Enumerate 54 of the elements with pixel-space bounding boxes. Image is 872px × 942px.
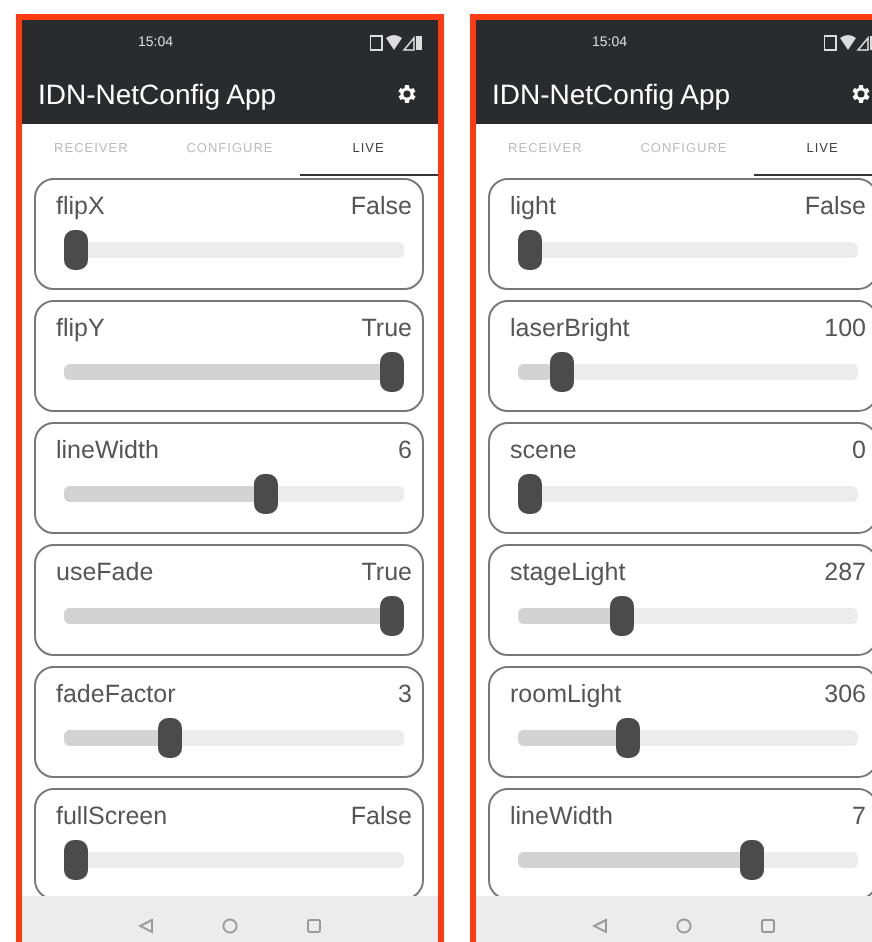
setting-label: lineWidth xyxy=(510,802,613,830)
slider-thumb[interactable] xyxy=(549,352,574,392)
slider-thumb[interactable] xyxy=(739,840,764,880)
slider-thumb[interactable] xyxy=(64,840,88,880)
slider[interactable] xyxy=(64,352,404,392)
setting-value: True xyxy=(361,558,412,586)
setting-label: useFade xyxy=(56,558,154,586)
setting-label: fadeFactor xyxy=(56,680,176,708)
slider-thumb[interactable] xyxy=(615,718,640,758)
app-title: IDN-NetConfig App xyxy=(492,78,731,110)
slider[interactable] xyxy=(64,718,404,758)
setting-label: scene xyxy=(510,436,577,464)
slider-thumb[interactable] xyxy=(253,474,278,514)
setting-label: fullScreen xyxy=(56,802,168,830)
setting-label: flipY xyxy=(56,314,105,342)
setting-label: laserBright xyxy=(510,314,630,342)
slider[interactable] xyxy=(518,718,858,758)
slider-thumb[interactable] xyxy=(380,352,404,392)
slider-thumb[interactable] xyxy=(518,474,542,514)
slider[interactable] xyxy=(518,840,858,880)
setting-value: 287 xyxy=(824,558,866,586)
status-icons xyxy=(824,33,872,51)
setting-value: 306 xyxy=(824,680,866,708)
setting-label: flipX xyxy=(56,192,105,220)
slider[interactable] xyxy=(64,596,404,636)
setting-label: light xyxy=(510,192,556,220)
slider-thumb[interactable] xyxy=(64,230,88,270)
slider-thumb[interactable] xyxy=(380,596,404,636)
slider[interactable] xyxy=(518,596,858,636)
app-title: IDN-NetConfig App xyxy=(38,78,277,110)
settings-icon[interactable] xyxy=(848,82,872,106)
setting-value: False xyxy=(350,802,412,830)
setting-value: 6 xyxy=(398,436,412,464)
setting-value: False xyxy=(350,192,412,220)
setting-value: 7 xyxy=(852,802,866,830)
slider[interactable] xyxy=(518,352,858,392)
setting-value: 0 xyxy=(852,436,866,464)
setting-value: 3 xyxy=(398,680,412,708)
setting-value: True xyxy=(361,314,412,342)
setting-label: roomLight xyxy=(510,680,622,708)
setting-label: stageLight xyxy=(510,558,626,586)
setting-label: lineWidth xyxy=(56,436,159,464)
slider[interactable] xyxy=(518,230,858,270)
settings-icon[interactable] xyxy=(394,82,418,106)
slider-thumb[interactable] xyxy=(518,230,542,270)
slider-thumb[interactable] xyxy=(609,596,634,636)
slider[interactable] xyxy=(64,230,404,270)
setting-value: 100 xyxy=(824,314,866,342)
slider-thumb[interactable] xyxy=(158,718,183,758)
slider[interactable] xyxy=(518,474,858,514)
status-icons xyxy=(370,33,422,51)
setting-value: False xyxy=(804,192,866,220)
slider[interactable] xyxy=(64,474,404,514)
slider[interactable] xyxy=(64,840,404,880)
